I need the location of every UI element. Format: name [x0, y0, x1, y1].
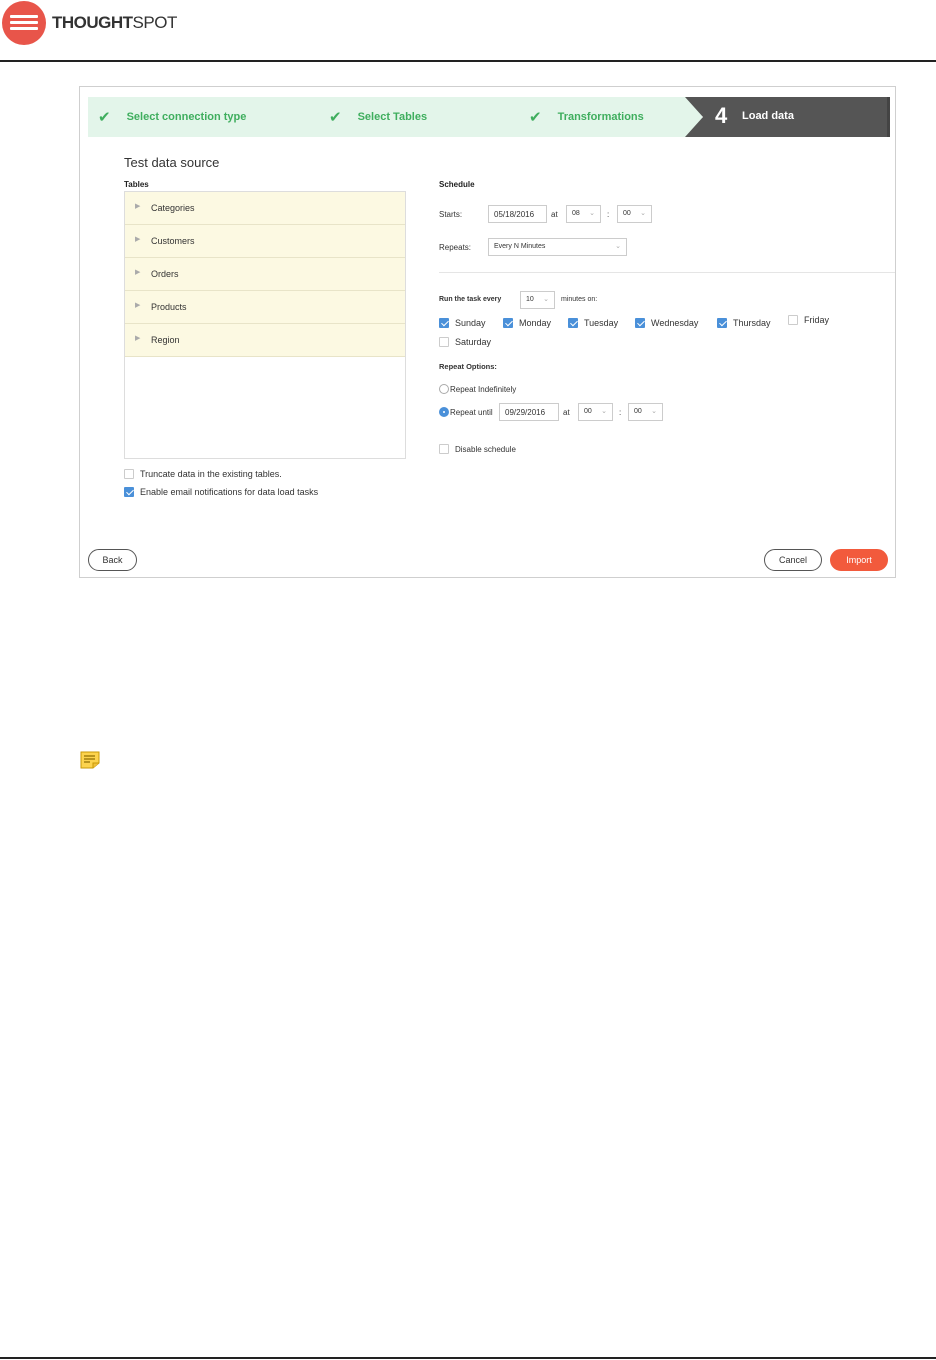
run-every-label: Run the task every: [439, 296, 502, 303]
chevron-down-icon: ⌄: [640, 210, 646, 217]
expand-caret-icon[interactable]: ▶: [135, 268, 140, 276]
day-saturday-label: Saturday: [455, 337, 492, 347]
start-minute-select[interactable]: 00 ⌄: [617, 205, 652, 223]
day-monday-checkbox[interactable]: [503, 318, 513, 328]
footer-rule: [0, 1357, 936, 1359]
day-sunday-checkbox[interactable]: [439, 318, 449, 328]
interval-select[interactable]: 10 ⌄: [520, 291, 555, 309]
repeats-label: Repeats:: [439, 243, 472, 252]
cancel-button[interactable]: Cancel: [764, 549, 822, 571]
note-icon: [80, 751, 100, 769]
schedule-heading: Schedule: [439, 180, 475, 189]
list-item[interactable]: ▶ Categories: [125, 192, 405, 225]
import-button[interactable]: Import: [830, 549, 888, 571]
day-tuesday-checkbox[interactable]: [568, 318, 578, 328]
day-monday-label: Monday: [519, 318, 552, 328]
chevron-down-icon: ⌄: [651, 408, 657, 415]
repeat-until-radio[interactable]: [439, 407, 449, 417]
until-at-label: at: [563, 408, 570, 417]
expand-caret-icon[interactable]: ▶: [135, 334, 140, 342]
expand-caret-icon[interactable]: ▶: [135, 202, 140, 210]
disable-schedule-checkbox[interactable]: [439, 444, 449, 454]
day-friday-label: Friday: [804, 315, 830, 325]
step-label: Load data: [742, 110, 794, 122]
at-label: at: [551, 210, 558, 219]
day-friday-checkbox[interactable]: [788, 315, 798, 325]
chevron-down-icon: ⌄: [543, 296, 549, 303]
disable-schedule-label: Disable schedule: [455, 445, 516, 454]
repeats-select[interactable]: Every N Minutes ⌄: [488, 238, 627, 256]
repeat-indefinitely-label: Repeat Indefinitely: [450, 385, 517, 394]
tables-heading: Tables: [124, 180, 149, 189]
step-load-data[interactable]: 4 Load data: [685, 97, 890, 137]
day-sunday-label: Sunday: [455, 318, 486, 328]
until-minute-select[interactable]: 00 ⌄: [628, 403, 663, 421]
wizard-progress: ✔ Select connection type ✔ Select Tables…: [88, 97, 890, 137]
check-icon: ✔: [98, 109, 111, 126]
day-thursday-label: Thursday: [733, 318, 771, 328]
list-item[interactable]: ▶ Customers: [125, 225, 405, 258]
document-header: THOUGHTSPOT: [0, 0, 936, 62]
chevron-down-icon: ⌄: [601, 408, 607, 415]
repeat-indefinitely-radio[interactable]: [439, 384, 449, 394]
list-item[interactable]: ▶ Products: [125, 291, 405, 324]
page-title: Test data source: [124, 155, 220, 170]
day-thursday-checkbox[interactable]: [717, 318, 727, 328]
step-select-connection-type[interactable]: ✔ Select connection type: [98, 97, 246, 137]
day-wednesday-checkbox[interactable]: [635, 318, 645, 328]
check-icon: ✔: [329, 109, 342, 126]
list-item[interactable]: ▶ Orders: [125, 258, 405, 291]
list-item[interactable]: ▶ Region: [125, 324, 405, 357]
tables-list: ▶ Categories ▶ Customers ▶ Orders ▶ Prod…: [124, 191, 406, 459]
start-date-input[interactable]: 05/18/2016: [488, 205, 547, 223]
schedule-divider: [439, 272, 895, 273]
repeat-options-heading: Repeat Options:: [439, 362, 497, 371]
chevron-down-icon: ⌄: [615, 243, 621, 250]
email-notifications-label: Enable email notifications for data load…: [140, 487, 319, 497]
minutes-on-label: minutes on:: [561, 296, 598, 303]
email-notifications-checkbox[interactable]: [124, 487, 134, 497]
day-saturday-checkbox[interactable]: [439, 337, 449, 347]
start-hour-select[interactable]: 08 ⌄: [566, 205, 601, 223]
until-time-colon: :: [619, 408, 622, 417]
expand-caret-icon[interactable]: ▶: [135, 235, 140, 243]
chevron-down-icon: ⌄: [589, 210, 595, 217]
load-data-dialog: ✔ Select connection type ✔ Select Tables…: [79, 86, 896, 578]
repeat-until-label: Repeat until: [450, 408, 493, 417]
step-number: 4: [715, 103, 728, 128]
until-hour-select[interactable]: 00 ⌄: [578, 403, 613, 421]
check-icon: ✔: [529, 109, 542, 126]
step-select-tables[interactable]: ✔ Select Tables: [329, 97, 427, 137]
logo-mark-icon: [2, 1, 46, 45]
time-colon: :: [607, 210, 610, 219]
day-tuesday-label: Tuesday: [584, 318, 619, 328]
logo-wordmark: THOUGHTSPOT: [52, 13, 177, 32]
day-wednesday-label: Wednesday: [651, 318, 699, 328]
starts-label: Starts:: [439, 210, 463, 219]
back-button[interactable]: Back: [88, 549, 137, 571]
until-date-input[interactable]: 09/29/2016: [499, 403, 559, 421]
thoughtspot-logo: THOUGHTSPOT: [2, 0, 177, 46]
header-rule: [0, 60, 936, 62]
truncate-checkbox[interactable]: [124, 469, 134, 479]
step-transformations[interactable]: ✔ Transformations: [529, 97, 644, 137]
expand-caret-icon[interactable]: ▶: [135, 301, 140, 309]
truncate-label: Truncate data in the existing tables.: [140, 469, 282, 479]
